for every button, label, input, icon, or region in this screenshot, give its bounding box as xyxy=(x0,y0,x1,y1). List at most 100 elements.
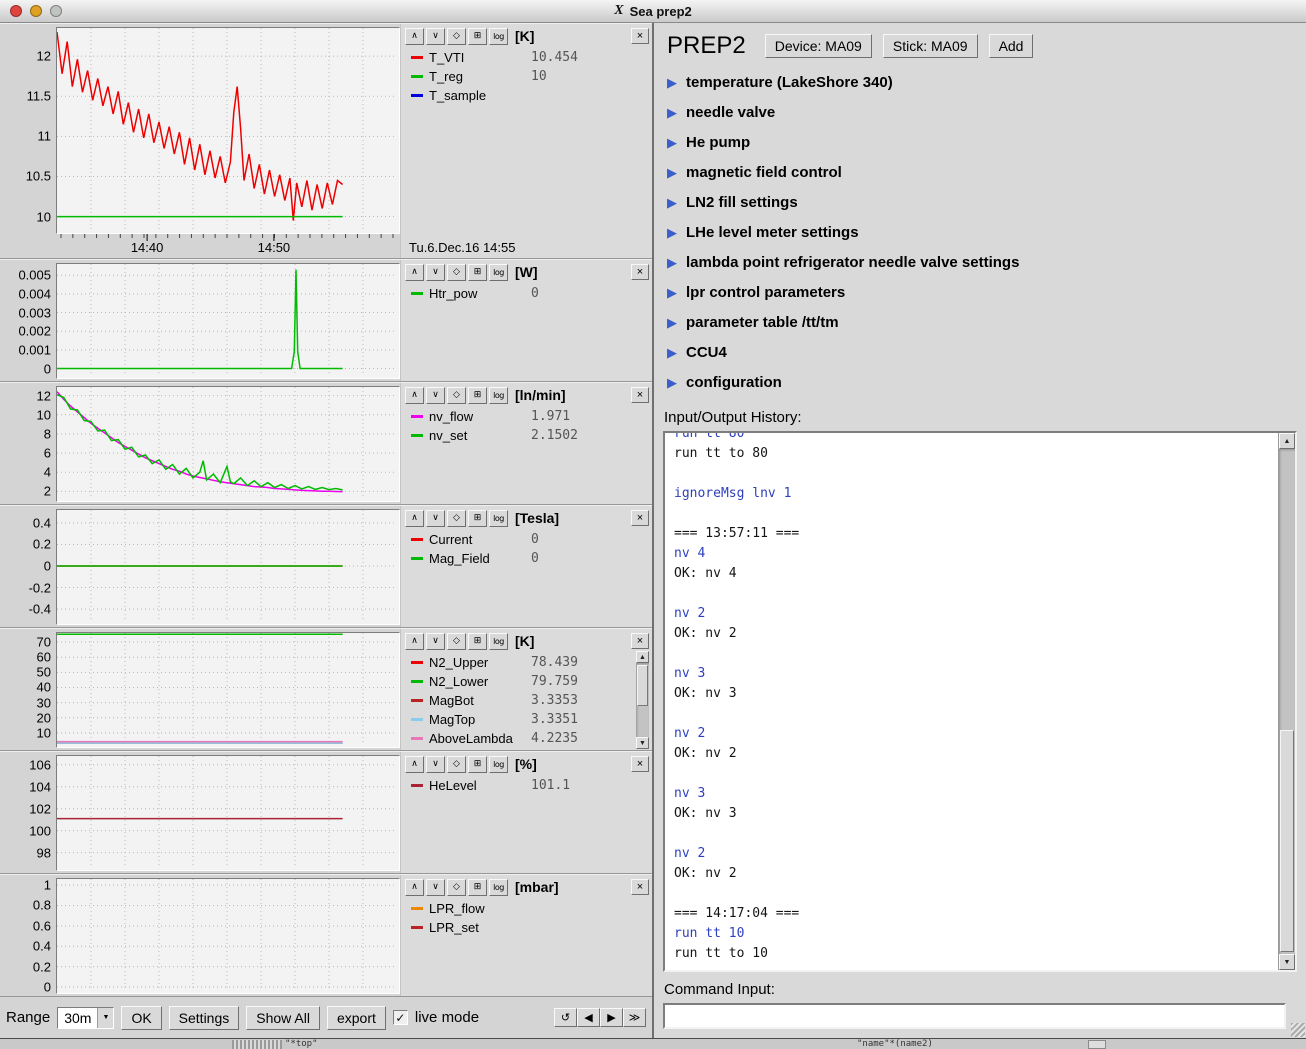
axes-settings-button[interactable]: ⊞ xyxy=(468,264,487,281)
log-scale-button[interactable]: log xyxy=(489,510,508,527)
zoom-mode-button[interactable]: ◇ xyxy=(447,264,466,281)
chevron-down-icon[interactable]: ▼ xyxy=(97,1008,113,1028)
add-button[interactable]: Add xyxy=(989,34,1034,58)
legend-scrollbar[interactable]: ▲ ▼ xyxy=(636,651,649,749)
scroll-down-icon[interactable]: ▼ xyxy=(636,737,649,749)
axes-settings-button[interactable]: ⊞ xyxy=(468,756,487,773)
prep2-item[interactable]: ▶needle valve xyxy=(667,97,1306,127)
scroll-plot-down-button[interactable]: ∨ xyxy=(426,387,445,404)
log-scale-button[interactable]: log xyxy=(489,264,508,281)
legend-item[interactable]: MagTop3.3351 xyxy=(405,710,634,729)
settings-button[interactable]: Settings xyxy=(169,1006,240,1030)
device-button[interactable]: Device: MA09 xyxy=(765,34,872,58)
io-history-console[interactable]: run tt 80run tt to 80 ignoreMsg lnv 1 ==… xyxy=(663,431,1297,972)
legend-item[interactable]: Current0 xyxy=(405,530,649,549)
command-input[interactable] xyxy=(663,1003,1286,1029)
legend-item[interactable]: T_reg10 xyxy=(405,67,649,86)
range-select[interactable]: 30m ▼ xyxy=(57,1007,114,1029)
axes-settings-button[interactable]: ⊞ xyxy=(468,28,487,45)
legend-item[interactable]: Htr_pow0 xyxy=(405,284,649,303)
scroll-plot-down-button[interactable]: ∨ xyxy=(426,633,445,650)
scroll-plot-up-button[interactable]: ∧ xyxy=(405,28,424,45)
scroll-plot-up-button[interactable]: ∧ xyxy=(405,264,424,281)
legend-item[interactable]: AboveLambda4.2235 xyxy=(405,729,634,748)
window-minimize-button[interactable] xyxy=(30,5,42,17)
axes-settings-button[interactable]: ⊞ xyxy=(468,879,487,896)
scroll-plot-up-button[interactable]: ∧ xyxy=(405,510,424,527)
prep2-item[interactable]: ▶temperature (LakeShore 340) xyxy=(667,67,1306,97)
legend-item[interactable]: T_sample xyxy=(405,86,649,105)
scroll-plot-up-button[interactable]: ∧ xyxy=(405,756,424,773)
scroll-plot-down-button[interactable]: ∨ xyxy=(426,264,445,281)
plot-area[interactable] xyxy=(56,509,400,625)
legend-item[interactable]: LPR_set xyxy=(405,918,649,937)
plot-area[interactable] xyxy=(56,27,400,234)
reset-view-button[interactable]: ↺ xyxy=(554,1008,577,1027)
scroll-up-icon[interactable]: ▲ xyxy=(1279,433,1295,449)
scroll-plot-down-button[interactable]: ∨ xyxy=(426,28,445,45)
prep2-item[interactable]: ▶magnetic field control xyxy=(667,157,1306,187)
scroll-plot-up-button[interactable]: ∧ xyxy=(405,879,424,896)
log-scale-button[interactable]: log xyxy=(489,633,508,650)
zoom-mode-button[interactable]: ◇ xyxy=(447,879,466,896)
zoom-mode-button[interactable]: ◇ xyxy=(447,387,466,404)
window-zoom-button[interactable] xyxy=(50,5,62,17)
legend-item[interactable]: HeLevel101.1 xyxy=(405,776,649,795)
axes-settings-button[interactable]: ⊞ xyxy=(468,510,487,527)
prep2-item[interactable]: ▶lpr control parameters xyxy=(667,277,1306,307)
legend-item[interactable]: MagBot3.3353 xyxy=(405,691,634,710)
log-scale-button[interactable]: log xyxy=(489,756,508,773)
zoom-mode-button[interactable]: ◇ xyxy=(447,633,466,650)
jump-to-end-button[interactable]: ≫ xyxy=(623,1008,646,1027)
panel-close-button[interactable]: × xyxy=(631,28,649,44)
ok-button[interactable]: OK xyxy=(121,1006,161,1030)
prep2-item[interactable]: ▶He pump xyxy=(667,127,1306,157)
panel-close-button[interactable]: × xyxy=(631,756,649,772)
prep2-item[interactable]: ▶CCU4 xyxy=(667,337,1306,367)
axes-settings-button[interactable]: ⊞ xyxy=(468,633,487,650)
show-all-button[interactable]: Show All xyxy=(246,1006,320,1030)
scrollbar-thumb[interactable] xyxy=(637,665,648,706)
prep2-item[interactable]: ▶LN2 fill settings xyxy=(667,187,1306,217)
console-scrollbar[interactable]: ▲ ▼ xyxy=(1278,433,1295,970)
prep2-item[interactable]: ▶parameter table /tt/tm xyxy=(667,307,1306,337)
legend-item[interactable]: T_VTI10.454 xyxy=(405,48,649,67)
panel-close-button[interactable]: × xyxy=(631,879,649,895)
pan-left-button[interactable]: ◀ xyxy=(577,1008,600,1027)
legend-item[interactable]: N2_Upper78.439 xyxy=(405,653,634,672)
pan-right-button[interactable]: ▶ xyxy=(600,1008,623,1027)
scroll-down-icon[interactable]: ▼ xyxy=(1279,954,1295,970)
window-close-button[interactable] xyxy=(10,5,22,17)
log-scale-button[interactable]: log xyxy=(489,879,508,896)
legend-item[interactable]: Mag_Field0 xyxy=(405,549,649,568)
legend-item[interactable]: N2_Lower79.759 xyxy=(405,672,634,691)
scrollbar-thumb[interactable] xyxy=(1280,730,1294,952)
zoom-mode-button[interactable]: ◇ xyxy=(447,756,466,773)
scroll-plot-up-button[interactable]: ∧ xyxy=(405,387,424,404)
panel-close-button[interactable]: × xyxy=(631,264,649,280)
legend-item[interactable]: nv_flow1.971 xyxy=(405,407,649,426)
prep2-item[interactable]: ▶lambda point refrigerator needle valve … xyxy=(667,247,1306,277)
scroll-up-icon[interactable]: ▲ xyxy=(636,651,649,663)
stick-button[interactable]: Stick: MA09 xyxy=(883,34,978,58)
scroll-plot-down-button[interactable]: ∨ xyxy=(426,510,445,527)
scrollbar-trough[interactable] xyxy=(1279,449,1295,954)
live-mode-checkbox[interactable]: ✓ xyxy=(393,1010,408,1025)
prep2-item[interactable]: ▶LHe level meter settings xyxy=(667,217,1306,247)
panel-close-button[interactable]: × xyxy=(631,510,649,526)
scroll-plot-up-button[interactable]: ∧ xyxy=(405,633,424,650)
plot-area[interactable] xyxy=(56,263,400,379)
legend-item[interactable]: nv_set2.1502 xyxy=(405,426,649,445)
scroll-plot-down-button[interactable]: ∨ xyxy=(426,756,445,773)
zoom-mode-button[interactable]: ◇ xyxy=(447,28,466,45)
panel-close-button[interactable]: × xyxy=(631,387,649,403)
panel-close-button[interactable]: × xyxy=(631,633,649,649)
scrollbar-trough[interactable] xyxy=(636,663,649,737)
console-text[interactable]: run tt 80run tt to 80 ignoreMsg lnv 1 ==… xyxy=(665,433,1278,970)
prep2-item[interactable]: ▶configuration xyxy=(667,367,1306,397)
axes-settings-button[interactable]: ⊞ xyxy=(468,387,487,404)
plot-area[interactable] xyxy=(56,386,400,502)
plot-area[interactable] xyxy=(56,878,400,994)
log-scale-button[interactable]: log xyxy=(489,387,508,404)
window-titlebar[interactable]: X Sea prep2 xyxy=(0,0,1306,23)
